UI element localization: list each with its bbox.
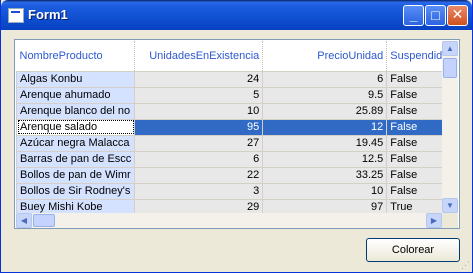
- table-cell[interactable]: 10: [262, 182, 388, 200]
- scroll-down-button[interactable]: ▼: [442, 198, 458, 213]
- table-cell[interactable]: Barras de pan de Escc: [15, 150, 136, 168]
- table-cell[interactable]: Bollos de Sir Rodney's: [15, 182, 136, 200]
- column-header[interactable]: UnidadesEnExistencia: [134, 41, 264, 71]
- column-header[interactable]: PrecioUnidad: [262, 41, 388, 71]
- table-cell[interactable]: Arenque ahumado: [15, 86, 136, 104]
- table-cell[interactable]: 25.89: [262, 102, 388, 120]
- form1-window: Form1 _ □ ✕ NombreProducto UnidadesEnExi…: [0, 0, 473, 273]
- horizontal-scrollbar[interactable]: ◀ ▶: [16, 213, 442, 228]
- resize-grip-icon[interactable]: ⋰: [461, 260, 471, 270]
- table-row[interactable]: Arenque salado 95 12 False: [15, 118, 453, 136]
- table-row[interactable]: Algas Konbu 24 6 False: [15, 70, 453, 88]
- table-cell[interactable]: 3: [134, 182, 264, 200]
- table-cell[interactable]: 27: [134, 134, 264, 152]
- grid-table: NombreProducto UnidadesEnExistencia Prec…: [15, 41, 453, 216]
- table-row[interactable]: Arenque ahumado 5 9.5 False: [15, 86, 453, 104]
- table-row[interactable]: Azúcar negra Malacca 27 19.45 False: [15, 134, 453, 152]
- table-cell[interactable]: Azúcar negra Malacca: [15, 134, 136, 152]
- window-title: Form1: [28, 7, 68, 22]
- table-cell[interactable]: 19.45: [262, 134, 388, 152]
- maximize-button[interactable]: □: [425, 5, 446, 26]
- colorear-button[interactable]: Colorear: [366, 238, 460, 262]
- horizontal-scroll-thumb[interactable]: [33, 214, 55, 227]
- vertical-scroll-thumb[interactable]: [443, 58, 457, 78]
- table-cell[interactable]: 12: [262, 118, 388, 136]
- table-cell[interactable]: 33.25: [262, 166, 388, 184]
- table-cell[interactable]: Algas Konbu: [15, 70, 136, 88]
- header-row: NombreProducto UnidadesEnExistencia Prec…: [16, 41, 453, 71]
- table-cell[interactable]: 95: [134, 118, 264, 136]
- table-row[interactable]: Barras de pan de Escc 6 12.5 False: [15, 150, 453, 168]
- table-row[interactable]: Bollos de Sir Rodney's 3 10 False: [15, 182, 453, 200]
- scrollbar-corner: [442, 213, 458, 228]
- vertical-scrollbar[interactable]: ▲ ▼: [442, 41, 458, 213]
- title-bar[interactable]: Form1 _ □ ✕: [1, 0, 472, 30]
- form-icon: [8, 8, 24, 23]
- table-row[interactable]: Bollos de pan de Wimr 22 33.25 False: [15, 166, 453, 184]
- table-row[interactable]: Arenque blanco del no 10 25.89 False: [15, 102, 453, 120]
- table-cell[interactable]: 5: [134, 86, 264, 104]
- table-cell[interactable]: 10: [134, 102, 264, 120]
- close-button[interactable]: ✕: [447, 5, 468, 26]
- table-cell[interactable]: 6: [262, 70, 388, 88]
- table-cell[interactable]: Arenque blanco del no: [15, 102, 136, 120]
- products-datagrid[interactable]: NombreProducto UnidadesEnExistencia Prec…: [14, 39, 460, 229]
- table-cell[interactable]: 22: [134, 166, 264, 184]
- table-cell[interactable]: Bollos de pan de Wimr: [15, 166, 136, 184]
- table-cell[interactable]: 24: [134, 70, 264, 88]
- table-cell[interactable]: 6: [134, 150, 264, 168]
- table-cell[interactable]: 12.5: [262, 150, 388, 168]
- scroll-left-button[interactable]: ◀: [16, 213, 32, 228]
- minimize-button[interactable]: _: [403, 5, 424, 26]
- scroll-right-button[interactable]: ▶: [426, 213, 442, 228]
- table-cell[interactable]: Arenque salado: [15, 118, 136, 136]
- scroll-up-button[interactable]: ▲: [442, 41, 458, 56]
- column-header[interactable]: NombreProducto: [16, 41, 136, 71]
- table-cell[interactable]: 9.5: [262, 86, 388, 104]
